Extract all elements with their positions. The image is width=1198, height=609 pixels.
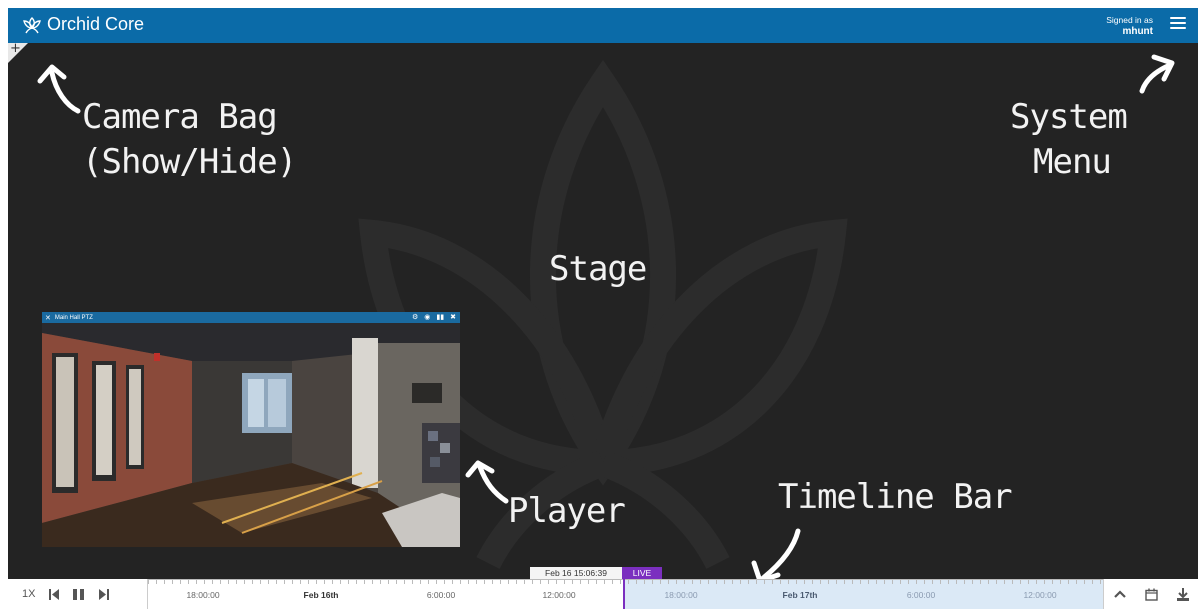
arrow-timeline [759,528,801,579]
timeline-label: Feb 16th [303,590,339,600]
timeline-label: 12:00:00 [542,590,576,600]
player-title: Main Hall PTZ [54,314,93,321]
calendar-icon[interactable] [1144,588,1158,601]
signed-in-label: Signed in as [1106,15,1153,25]
chevron-up-icon[interactable] [1113,590,1126,598]
playback-controls: 1X [8,579,148,609]
video-player[interactable]: ✕ Main Hall PTZ ⚙ ◉ ▮▮ ✖ [42,312,460,547]
playhead[interactable] [623,579,625,609]
close-icon[interactable]: ✖ [450,313,456,321]
stage: + Camera Bag (Show/Hide) System Menu Sta… [8,41,1198,579]
timeline-bar: 1X 18:00:00 Feb 16th 6:00:00 12:00:00 18… [8,579,1198,609]
username: mhunt [1122,26,1153,37]
download-icon[interactable] [1176,587,1189,601]
step-forward-icon[interactable] [99,588,110,600]
timeline-label: Feb 17th [782,590,818,600]
hamburger-line [1170,22,1186,24]
timeline-label: 18:00:00 [664,590,698,600]
timeline-tools [1103,579,1198,609]
stats-icon[interactable]: ▮▮ [436,313,444,321]
annotation-timeline-bar: Timeline Bar [778,477,1013,517]
annotation-system: System [1010,97,1128,137]
step-back-icon[interactable] [49,588,60,600]
signed-in-info: Signed in as mhunt [1106,15,1153,37]
system-menu-button[interactable] [1170,17,1186,33]
timeline-label: 6:00:00 [906,590,936,600]
player-toolbar: ⚙ ◉ ▮▮ ✖ [412,313,456,321]
timeline-label: 6:00:00 [426,590,456,600]
drag-handle-icon[interactable]: ✕ [45,314,51,322]
player-header[interactable]: ✕ Main Hall PTZ ⚙ ◉ ▮▮ ✖ [42,312,460,323]
timeline-track[interactable]: 18:00:00 Feb 16th 6:00:00 12:00:00 18:00… [148,579,1103,609]
pause-icon[interactable] [73,588,85,600]
hamburger-icon [1170,17,1186,19]
hamburger-line [1170,27,1186,29]
annotation-camera-bag: Camera Bag [82,97,278,137]
app-title: Orchid Core [47,14,145,34]
brand[interactable]: Orchid Core [22,14,144,35]
annotation-camera-bag-sub: (Show/Hide) [82,142,297,182]
app-header: Orchid Core Signed in as mhunt [8,8,1198,43]
speed-selector[interactable]: 1X [22,588,35,600]
orchid-logo-icon [23,16,41,33]
timeline-label: 18:00:00 [186,590,220,600]
live-button[interactable]: LIVE [622,567,662,579]
timeline-label: 12:00:00 [1023,590,1057,600]
camera-icon[interactable]: ◉ [424,313,430,321]
current-time-display: Feb 16 15:06:39 [530,567,622,579]
timeline-ticks [148,579,1103,584]
annotation-stage: Stage [549,249,647,289]
app-window: Orchid Core Signed in as mhunt + Camera … [8,8,1198,609]
settings-icon[interactable]: ⚙ [412,313,418,321]
annotation-player: Player [508,491,626,531]
annotation-menu: Menu [1033,142,1112,182]
camera-feed[interactable] [42,323,460,547]
